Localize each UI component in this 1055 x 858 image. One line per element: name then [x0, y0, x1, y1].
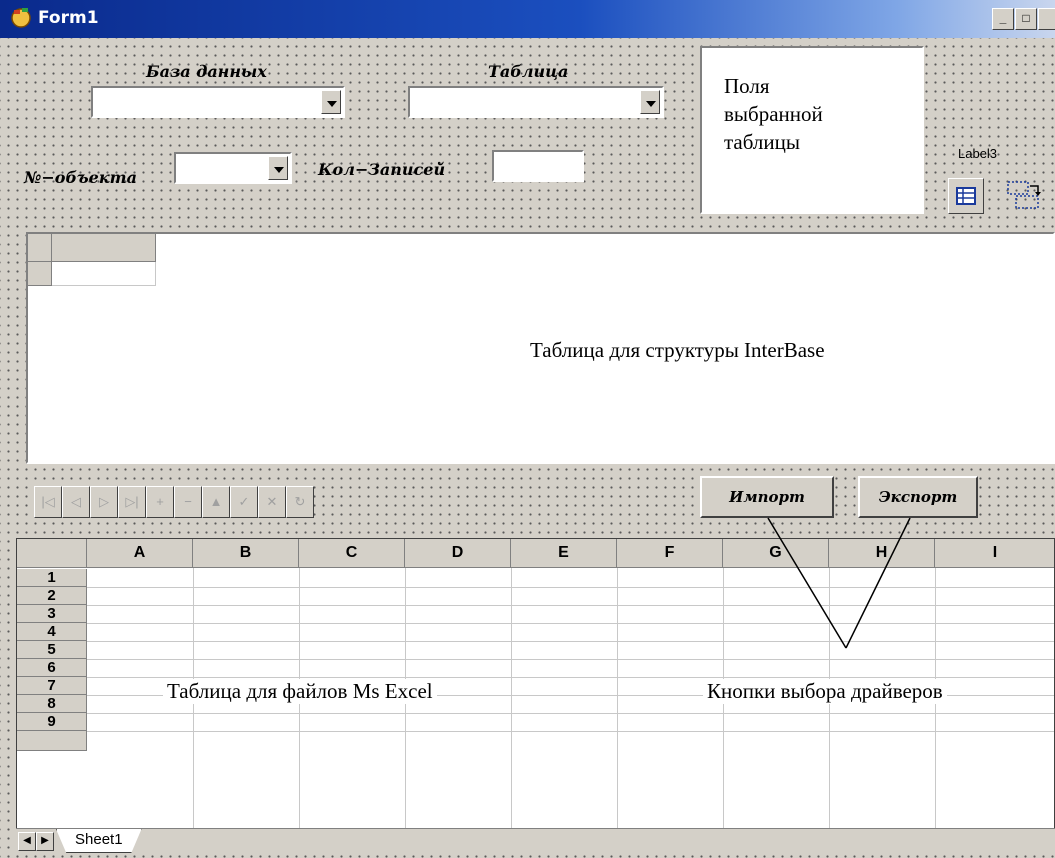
callout-line-export: [845, 517, 911, 649]
sheet-tab-bar: ◀ ▶ Sheet1: [16, 828, 1055, 853]
callout-lines: [767, 517, 911, 649]
scroll-right-icon[interactable]: ▶: [36, 832, 54, 851]
sheet-tab-sheet1[interactable]: Sheet1: [56, 829, 142, 853]
scroll-left-icon[interactable]: ◀: [18, 832, 36, 851]
callout-line-import: [767, 517, 847, 649]
